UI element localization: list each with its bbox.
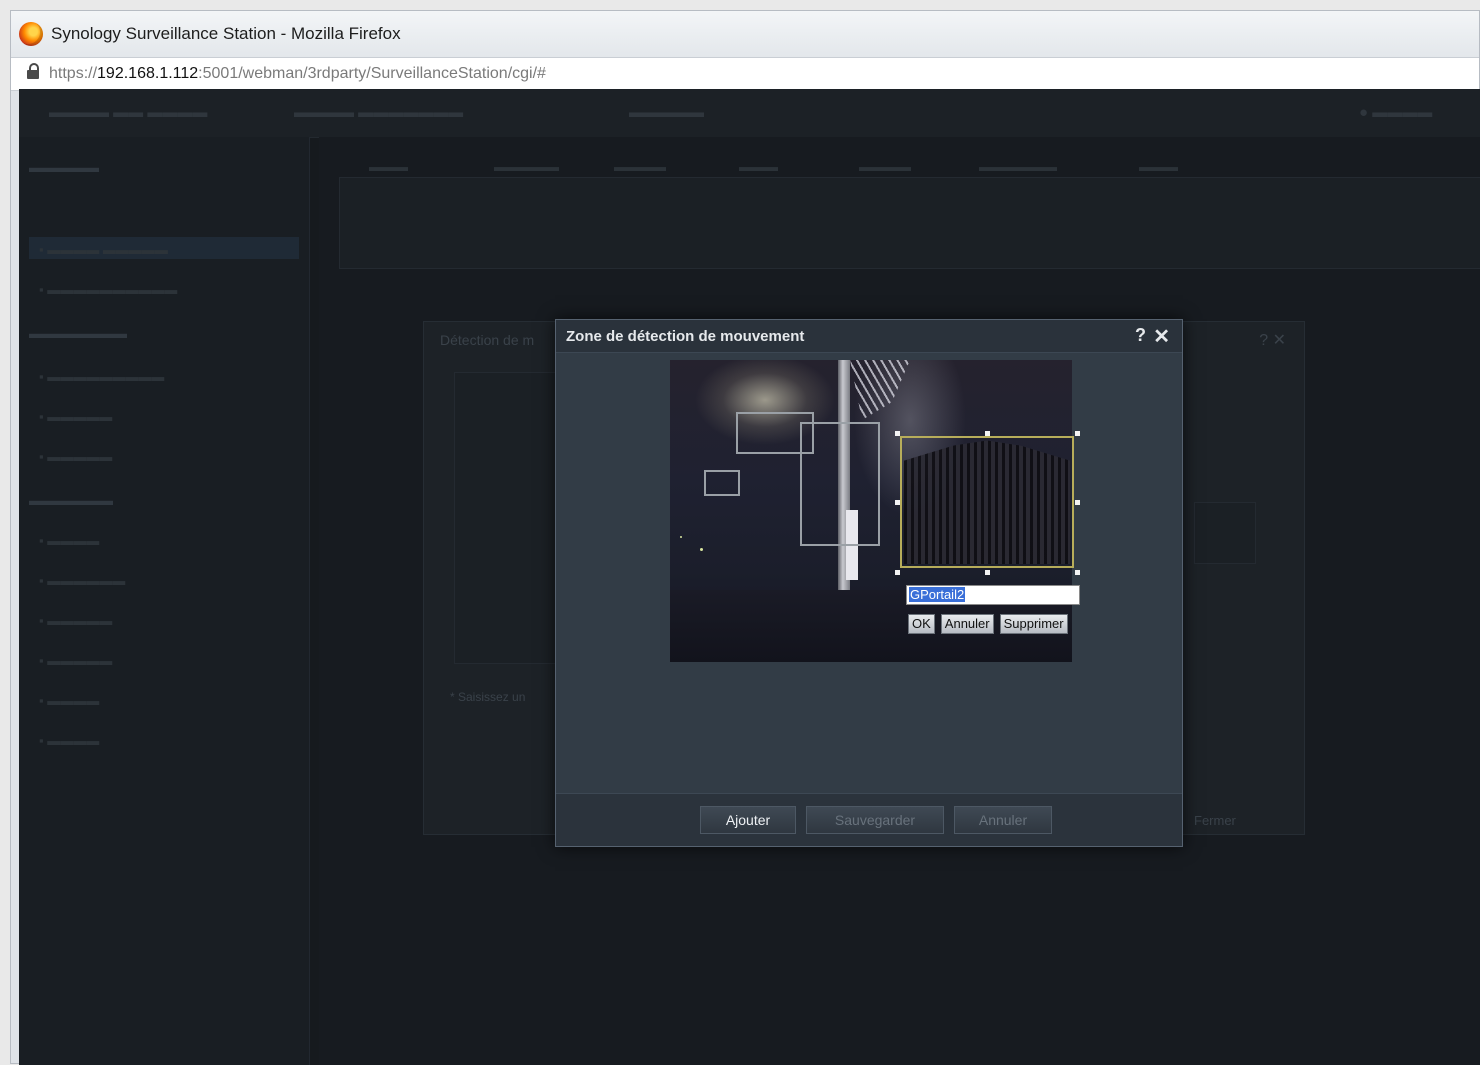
dialog-title: Zone de détection de mouvement xyxy=(566,328,805,345)
app-sidebar: ▬▬▬▬▬ ▪ ▬▬▬▬ ▬▬▬▬▬ ▪ ▬▬▬▬▬▬▬▬▬▬ ▬▬▬▬▬▬▬ … xyxy=(19,137,310,1065)
resize-handle[interactable] xyxy=(895,570,900,575)
cancel-button[interactable]: Annuler xyxy=(954,806,1052,834)
motion-zone[interactable] xyxy=(704,470,740,496)
resize-handle[interactable] xyxy=(895,500,900,505)
background-dialog-title: Détection de m xyxy=(440,332,535,348)
resize-handle[interactable] xyxy=(985,570,990,575)
add-zone-button[interactable]: Ajouter xyxy=(700,806,796,834)
window-title: Synology Surveillance Station - Mozilla … xyxy=(51,24,401,43)
save-button[interactable]: Sauvegarder xyxy=(806,806,944,834)
motion-zone-dialog: Zone de détection de mouvement ? ✕ GPort… xyxy=(555,319,1183,847)
surveillance-station-app: ▬▬▬▬ ▬▬ ▬▬▬▬ ▬▬▬▬ ▬▬▬▬▬▬▬ ▬▬▬▬▬ ● ▬▬▬▬ ▬… xyxy=(19,89,1480,1065)
lock-icon xyxy=(27,63,39,80)
help-icon[interactable]: ? xyxy=(1135,325,1146,346)
browser-titlebar: Synology Surveillance Station - Mozilla … xyxy=(11,11,1479,57)
app-topbar: ▬▬▬▬ ▬▬ ▬▬▬▬ ▬▬▬▬ ▬▬▬▬▬▬▬ ▬▬▬▬▬ ● ▬▬▬▬ xyxy=(19,89,1480,138)
resize-handle[interactable] xyxy=(985,431,990,436)
dialog-footer: Ajouter Sauvegarder Annuler xyxy=(556,793,1182,846)
address-bar[interactable]: https://192.168.1.112:5001/webman/3rdpar… xyxy=(11,57,1479,91)
resize-handle[interactable] xyxy=(1075,500,1080,505)
firefox-logo-icon xyxy=(19,22,43,46)
resize-handle[interactable] xyxy=(1075,570,1080,575)
zone-cancel-button[interactable]: Annuler xyxy=(940,614,994,634)
background-dialog-note: * Saisissez un xyxy=(450,690,526,704)
zone-delete-button[interactable]: Supprimer xyxy=(999,614,1068,634)
camera-preview[interactable]: GPortail2 OK Annuler Supprimer xyxy=(670,360,1080,662)
close-icon[interactable]: ✕ xyxy=(1153,324,1170,349)
browser-window: Synology Surveillance Station - Mozilla … xyxy=(10,10,1480,1065)
zone-name-input[interactable]: GPortail2 xyxy=(906,585,1080,605)
motion-zone[interactable] xyxy=(800,422,880,546)
background-dialog-close-icon: ? ✕ xyxy=(1259,332,1286,349)
selected-motion-zone[interactable] xyxy=(900,436,1074,568)
resize-handle[interactable] xyxy=(895,431,900,436)
dialog-titlebar: Zone de détection de mouvement ? ✕ xyxy=(556,320,1182,353)
camera-tree xyxy=(850,360,910,420)
zone-edit-buttons: OK Annuler Supprimer xyxy=(908,614,1068,634)
zone-ok-button[interactable]: OK xyxy=(908,614,935,634)
url-text[interactable]: https://192.168.1.112:5001/webman/3rdpar… xyxy=(49,65,546,83)
resize-handle[interactable] xyxy=(1075,431,1080,436)
background-close-button: Fermer xyxy=(1194,813,1236,828)
